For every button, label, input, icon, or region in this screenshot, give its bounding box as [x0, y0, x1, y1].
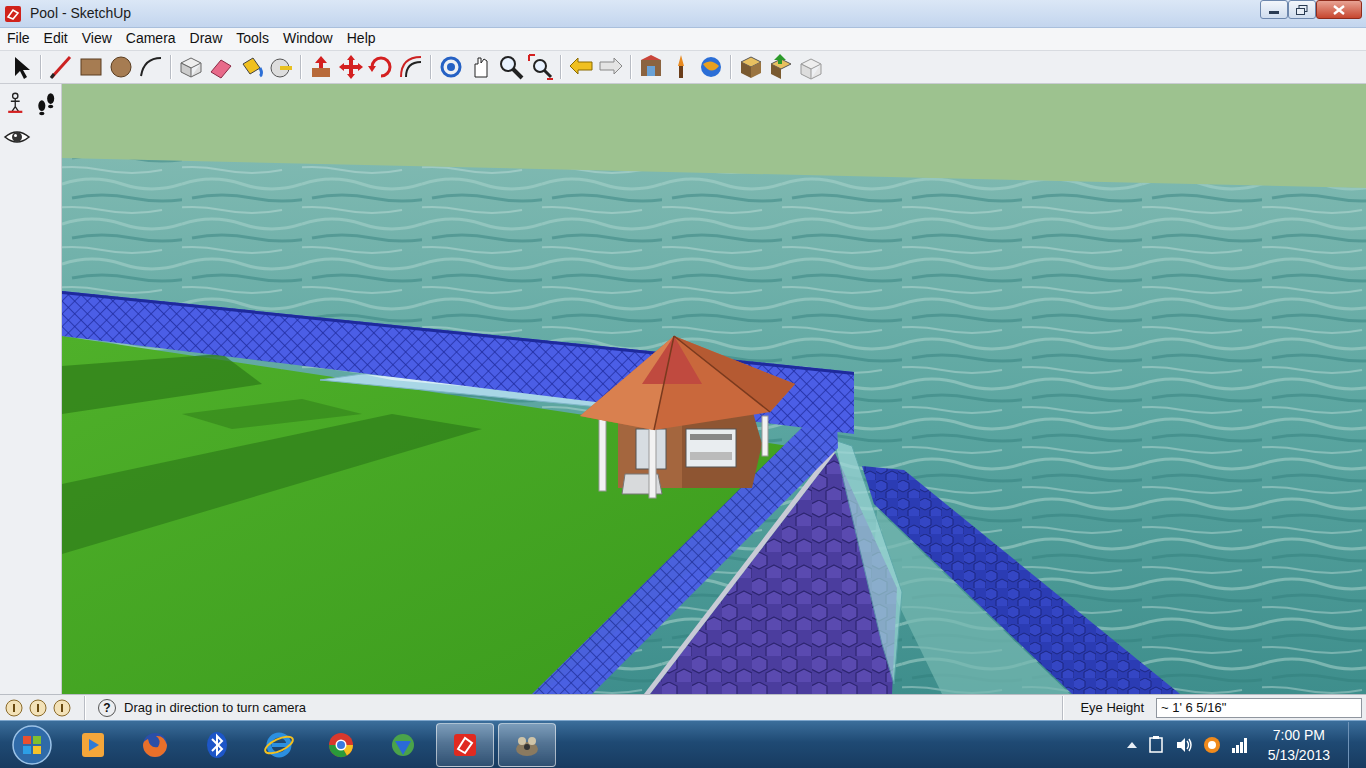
measurements-box[interactable]: ~ 1' 6 5/16": [1156, 698, 1362, 718]
network-icon[interactable]: [1230, 735, 1250, 755]
make-component-icon[interactable]: [176, 52, 206, 82]
menu-item[interactable]: Draw: [183, 28, 230, 50]
show-desktop-button[interactable]: [1348, 722, 1362, 768]
circle-icon[interactable]: [106, 52, 136, 82]
tape-measure-icon[interactable]: [266, 52, 296, 82]
geo-location-icon[interactable]: [4, 698, 24, 718]
clock[interactable]: 7:00 PM 5/13/2013: [1258, 725, 1340, 765]
clock-date: 5/13/2013: [1268, 745, 1330, 765]
next-view-icon[interactable]: [596, 52, 626, 82]
arc-icon[interactable]: [136, 52, 166, 82]
menu-item[interactable]: Help: [340, 28, 383, 50]
position-camera-icon[interactable]: [2, 88, 29, 118]
restore-icon: [1296, 5, 1308, 15]
volume-icon[interactable]: [1174, 735, 1194, 755]
taskbar-app[interactable]: [250, 723, 308, 767]
taskbar-app[interactable]: [436, 723, 494, 767]
zoom-extents-icon[interactable]: [526, 52, 556, 82]
menu-item[interactable]: View: [75, 28, 119, 50]
push-pull-icon[interactable]: [306, 52, 336, 82]
title-bar: Pool - SketchUp: [0, 0, 1366, 28]
user-icon[interactable]: [52, 698, 72, 718]
eraser-icon[interactable]: [206, 52, 236, 82]
minimize-button[interactable]: [1260, 0, 1288, 19]
windows-start-icon: [11, 724, 53, 766]
start-button[interactable]: [0, 724, 64, 766]
taskbar-app[interactable]: [64, 723, 122, 767]
google-earth-icon[interactable]: [696, 52, 726, 82]
look-around-icon[interactable]: [2, 122, 32, 152]
offset-icon[interactable]: [396, 52, 426, 82]
rotate-icon[interactable]: [366, 52, 396, 82]
show-hidden-icons-icon[interactable]: [1126, 740, 1138, 750]
3d-viewport[interactable]: [62, 84, 1366, 694]
close-icon: [1333, 5, 1345, 15]
taskbar-app[interactable]: [126, 723, 184, 767]
window-title: Pool - SketchUp: [30, 3, 131, 24]
menu-bar: FileEditViewCameraDrawToolsWindowHelp: [0, 28, 1366, 50]
orbit-icon[interactable]: [436, 52, 466, 82]
minimize-icon: [1269, 6, 1279, 14]
line-icon[interactable]: [46, 52, 76, 82]
taskbar: 7:00 PM 5/13/2013: [0, 720, 1366, 768]
menu-item[interactable]: Camera: [119, 28, 183, 50]
pool-scene-icon: [62, 84, 1366, 694]
toolbar: [0, 50, 1366, 84]
paint-bucket-icon[interactable]: [236, 52, 266, 82]
internet-download-manager-icon: [386, 727, 420, 763]
taskbar-app[interactable]: [374, 723, 432, 767]
rectangle-icon[interactable]: [76, 52, 106, 82]
gimp-icon: [510, 727, 544, 763]
sketchup-logo-icon: [4, 5, 22, 23]
share-component-icon[interactable]: [796, 52, 826, 82]
camera-toolbar: [0, 84, 62, 694]
taskbar-app[interactable]: [312, 723, 370, 767]
measure-label: Eye Height: [1072, 698, 1152, 718]
previous-view-icon[interactable]: [566, 52, 596, 82]
status-bar: ? Drag in direction to turn camera Eye H…: [0, 694, 1366, 720]
move-icon[interactable]: [336, 52, 366, 82]
close-button[interactable]: [1316, 0, 1362, 19]
select-icon[interactable]: [6, 52, 36, 82]
get-models-icon[interactable]: [736, 52, 766, 82]
chrome-icon: [324, 727, 358, 763]
pan-icon[interactable]: [466, 52, 496, 82]
credits-icon[interactable]: [28, 698, 48, 718]
clock-time: 7:00 PM: [1268, 725, 1330, 745]
download-manager-icon[interactable]: [1202, 735, 1222, 755]
menu-item[interactable]: Edit: [37, 28, 75, 50]
bluetooth-icon: [200, 727, 234, 763]
menu-item[interactable]: File: [0, 28, 37, 50]
walk-icon[interactable]: [33, 88, 60, 118]
zoom-icon[interactable]: [496, 52, 526, 82]
taskbar-app[interactable]: [498, 723, 556, 767]
menu-item[interactable]: Tools: [229, 28, 276, 50]
taskbar-app[interactable]: [188, 723, 246, 767]
action-center-icon[interactable]: [1146, 735, 1166, 755]
status-message: Drag in direction to turn camera: [124, 698, 306, 718]
help-icon[interactable]: ?: [98, 699, 116, 717]
firefox-icon: [138, 727, 172, 763]
maximize-button[interactable]: [1288, 0, 1316, 19]
toggle-terrain-icon[interactable]: [666, 52, 696, 82]
sketchup-icon: [448, 727, 482, 763]
menu-item[interactable]: Window: [276, 28, 340, 50]
internet-explorer-icon: [262, 727, 296, 763]
get-current-view-icon[interactable]: [636, 52, 666, 82]
media-player-icon: [76, 727, 110, 763]
share-model-icon[interactable]: [766, 52, 796, 82]
